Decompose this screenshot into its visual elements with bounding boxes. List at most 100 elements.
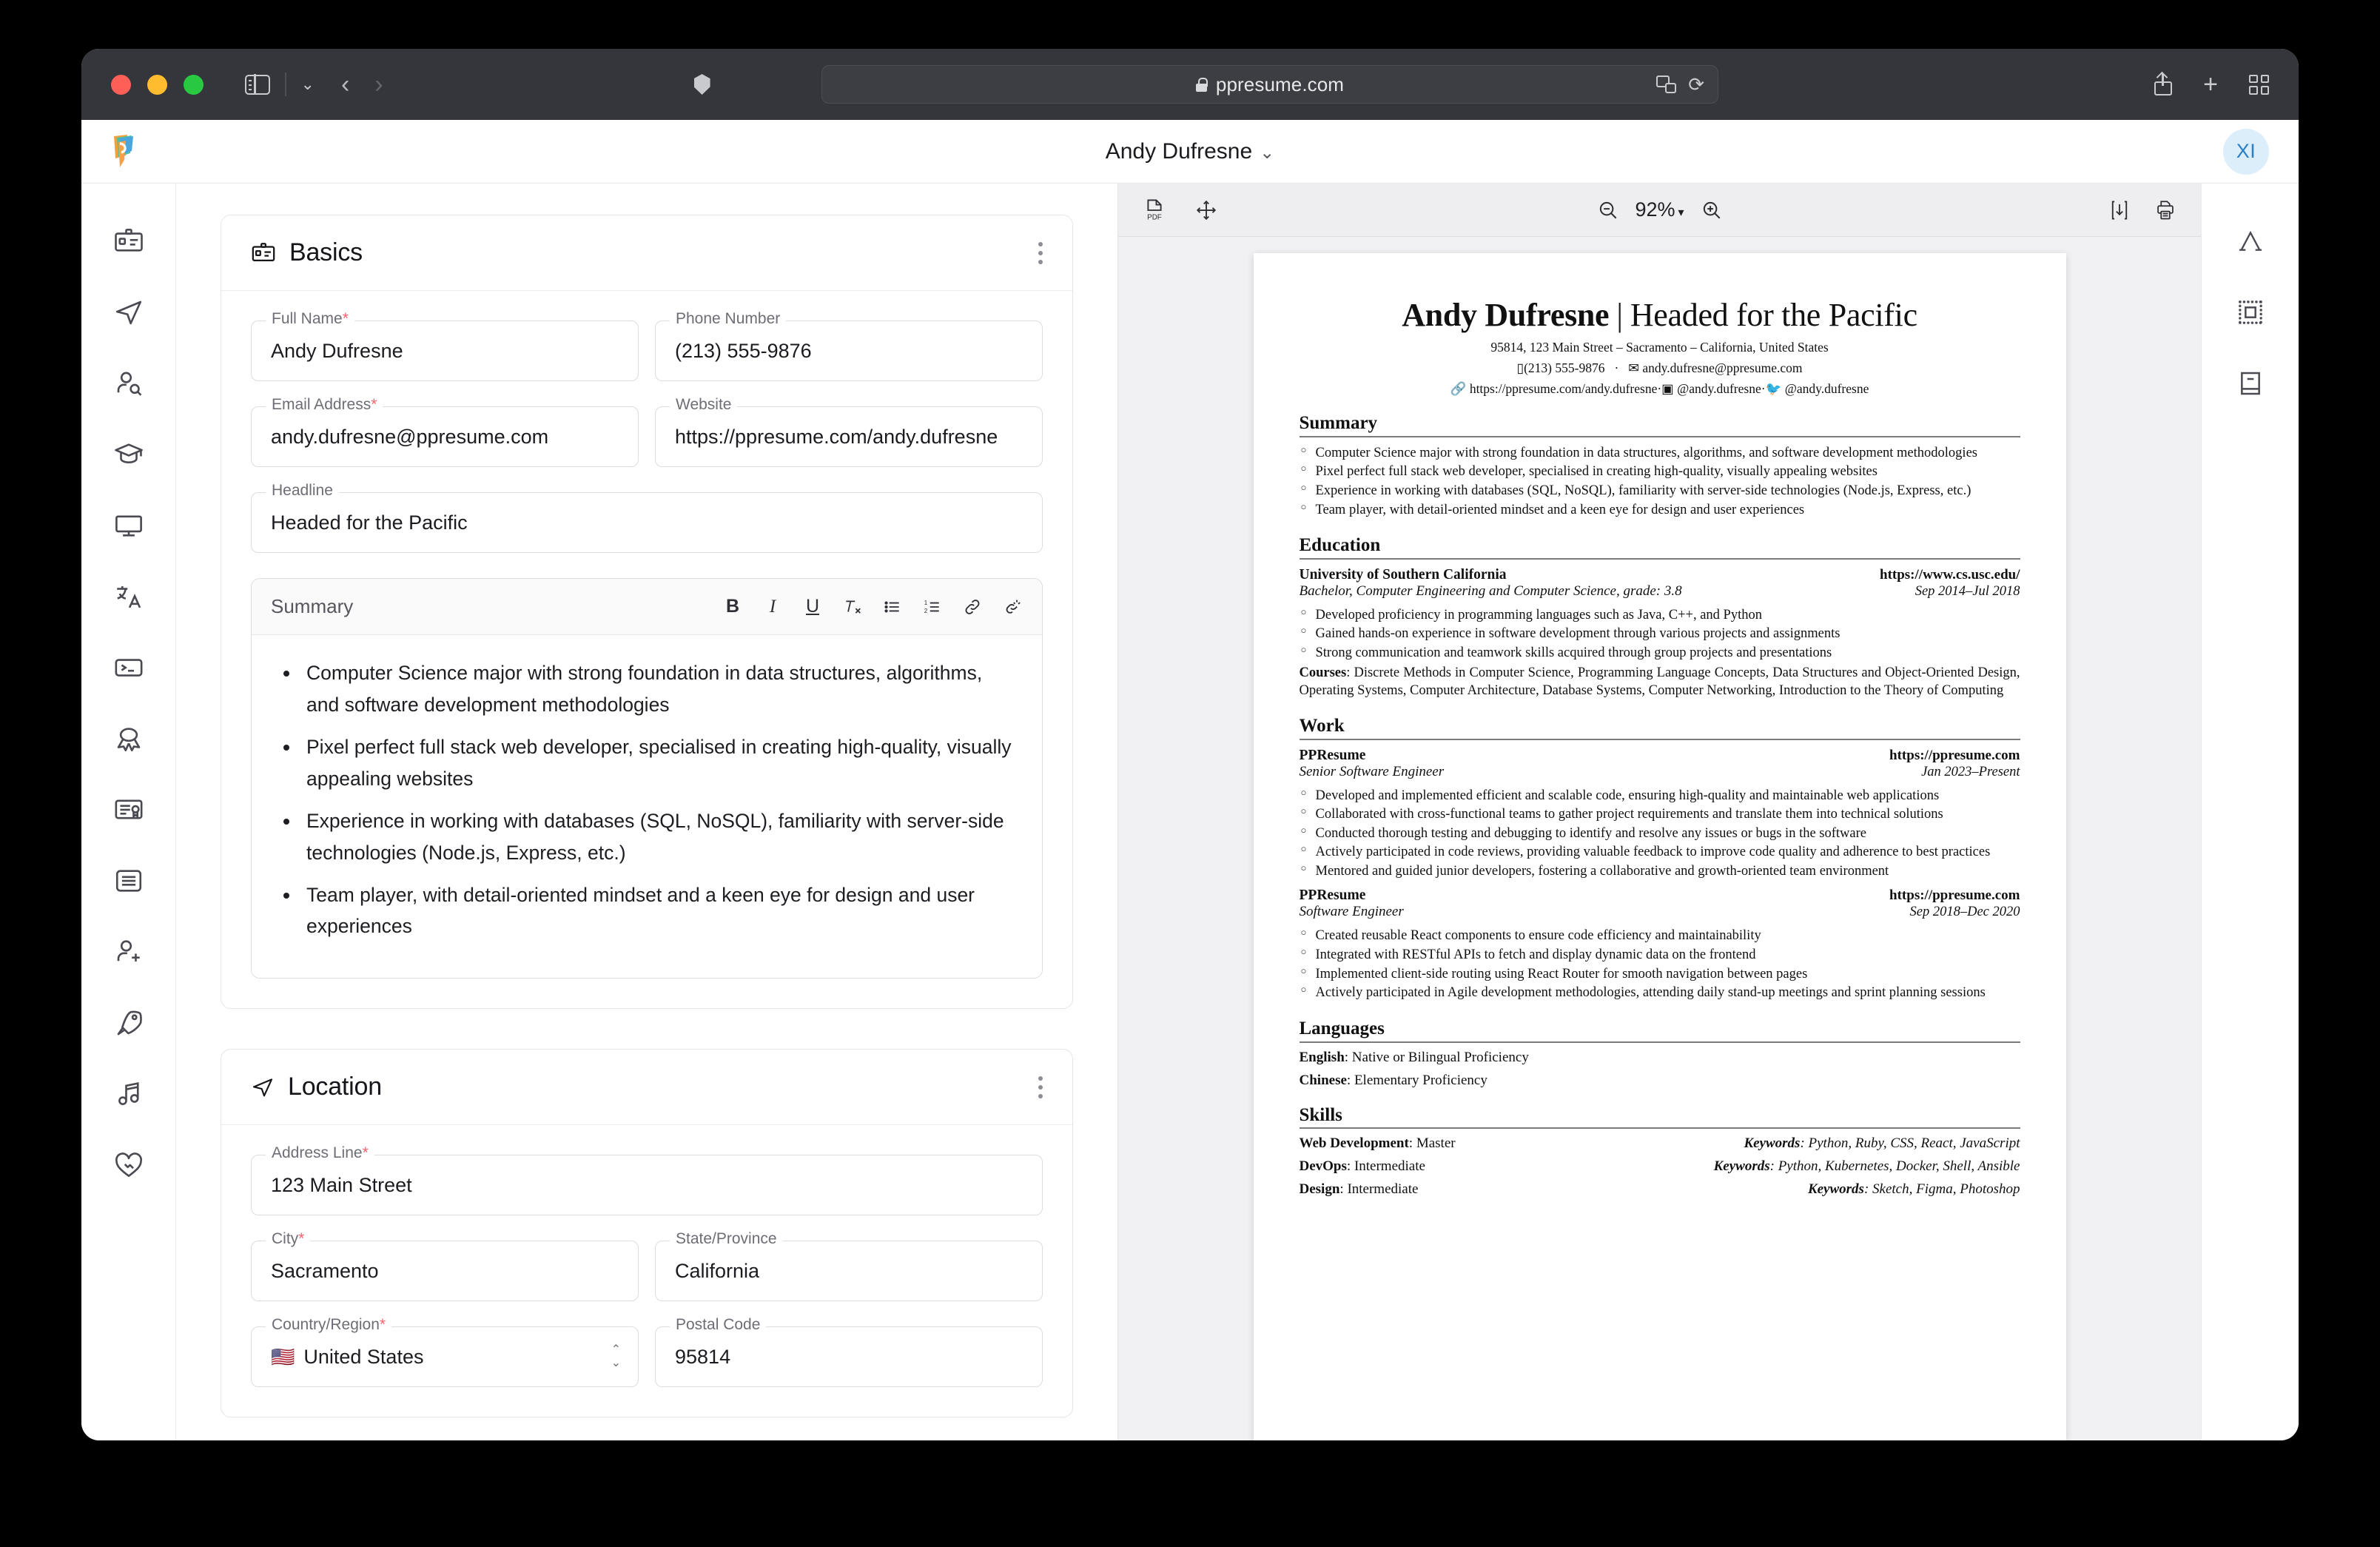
country-region-select[interactable]: 🇺🇸United States ⌃⌄ [251,1326,639,1387]
sidebar-item-languages[interactable] [93,561,164,632]
sidebar-item-volunteer[interactable] [93,1130,164,1201]
sidebar-item-projects[interactable] [93,987,164,1058]
card-basics-menu-button[interactable] [1038,242,1043,264]
article-icon [113,865,144,896]
entry-org-row: University of Southern California https:… [1300,567,2020,583]
address-bar[interactable]: ppresume.com ⟳ [821,65,1718,104]
website-input[interactable]: https://ppresume.com/andy.dufresne [655,406,1043,467]
language-item: Chinese: Elementary Proficiency [1300,1073,2020,1089]
unlink-button[interactable] [1002,597,1023,617]
resume-name-line: Andy Dufresne|Headed for the Pacific [1300,296,2020,334]
panel-typography[interactable] [2215,206,2286,277]
keywords-label: Keywords [1744,1135,1800,1151]
sidebar-item-profiles[interactable] [93,348,164,419]
sidebar-item-awards[interactable] [93,703,164,774]
resume-name: Andy Dufresne [1402,297,1609,333]
share-icon[interactable] [2154,73,2172,95]
field-address-line: Address Line* 123 Main Street [251,1155,1043,1215]
underline-button[interactable]: U [802,597,823,617]
resume-contact-line: ▯(213) 555-9876·✉ andy.dufresne@ppresume… [1300,360,2020,376]
zoom-out-button[interactable] [1596,199,1618,221]
resume-section-skills: Skills Web Development: Master Keywords:… [1300,1105,2020,1198]
panel-template[interactable] [2215,348,2286,419]
phone-number-input[interactable]: (213) 555-9876 [655,321,1043,381]
city-input[interactable]: Sacramento [251,1241,639,1301]
clear-format-button[interactable] [842,597,863,617]
address-line-input[interactable]: 123 Main Street [251,1155,1043,1215]
chevron-down-icon[interactable]: ⌄ [301,76,315,93]
city-value: Sacramento [271,1260,379,1283]
field-country-region: Country/Region* 🇺🇸United States ⌃⌄ [251,1326,639,1387]
skill-left: DevOps: Intermediate [1300,1158,1425,1175]
full-name-input[interactable]: Andy Dufresne [251,321,639,381]
field-phone-number-label: Phone Number [670,311,786,326]
maximize-window-button[interactable] [184,75,204,95]
numbered-list-button[interactable]: 1 2 [922,597,943,617]
work-date: Jan 2023–Present [1921,765,2020,780]
sidebar-item-basics[interactable] [93,206,164,277]
summary-editor-content[interactable]: Computer Science major with strong found… [252,635,1042,978]
skill-right: Keywords: Python, Ruby, CSS, React, Java… [1744,1135,2020,1152]
select-stepper-icon[interactable]: ⌃⌄ [611,1345,621,1369]
plus-icon[interactable]: + [2203,72,2218,97]
sidebar-item-interests[interactable] [93,1058,164,1130]
bold-button[interactable]: B [722,597,743,617]
forward-button[interactable]: › [374,70,383,99]
avatar[interactable]: XI [2223,129,2269,175]
italic-button[interactable]: I [762,597,783,617]
skill-right: Keywords: Python, Kubernetes, Docker, Sh… [1714,1158,2020,1175]
skill-keywords: Python, Ruby, CSS, React, JavaScript [1809,1135,2020,1151]
reload-icon[interactable]: ⟳ [1688,73,1704,96]
page-title-text: Andy Dufresne [1106,139,1252,164]
section-heading: Work [1300,716,2020,740]
link-button[interactable] [962,597,983,617]
privacy-shield-icon[interactable] [694,74,710,95]
sidebar-item-skills[interactable] [93,632,164,703]
headline-input[interactable]: Headed for the Pacific [251,492,1043,553]
pdf-scroll-area[interactable]: Andy Dufresne|Headed for the Pacific 958… [1118,237,2201,1440]
pan-button[interactable] [1195,199,1217,221]
zoom-in-button[interactable] [1701,199,1723,221]
close-window-button[interactable] [111,75,131,95]
bullet-list-button[interactable] [882,597,903,617]
card-location-menu-button[interactable] [1038,1076,1043,1098]
chevron-down-icon[interactable]: ⌄ [1260,143,1274,163]
resume-handle-1: @andy.dufresne [1677,381,1761,396]
resume-address: 95814, 123 Main Street – Sacramento – Ca… [1300,340,2020,355]
skill-name: DevOps [1300,1158,1347,1174]
minimize-window-button[interactable] [147,75,167,95]
certificate-icon [113,794,144,825]
link-icon: 🔗 [1450,381,1467,396]
sidebar-item-certificates[interactable] [93,774,164,845]
window-controls [111,75,204,95]
list-item: Gained hands-on experience in software d… [1300,625,2020,643]
pdf-file-button[interactable]: PDF [1143,198,1166,222]
translate-icon[interactable] [1656,75,1676,93]
list-item: Actively participated in code reviews, p… [1300,843,2020,862]
sidebar-item-work[interactable] [93,490,164,561]
skill-item: Design: Intermediate Keywords: Sketch, F… [1300,1181,2020,1198]
tab-overview-icon[interactable] [2249,75,2269,95]
entry-role-row: Senior Software Engineer Jan 2023–Presen… [1300,764,2020,780]
resume-section-education: Education University of Southern Califor… [1300,535,2020,699]
card-basics-header: Basics [221,215,1072,291]
download-button[interactable] [2109,199,2130,221]
state-province-input[interactable]: California [655,1241,1043,1301]
work-date: Sep 2018–Dec 2020 [1910,905,2020,920]
panel-layout[interactable] [2215,277,2286,348]
postal-code-input[interactable]: 95814 [655,1326,1043,1387]
sidebar-item-education[interactable] [93,419,164,490]
list-item: Developed proficiency in programming lan… [1300,606,2020,625]
zoom-level[interactable]: 92%▾ [1635,198,1684,221]
field-full-name-label: Full Name* [266,311,354,326]
email-address-input[interactable]: andy.dufresne@ppresume.com [251,406,639,467]
print-button[interactable] [2155,199,2176,221]
sidebar-toggle-button[interactable]: ⌄ [245,73,315,96]
section-heading: Summary [1300,413,2020,437]
back-button[interactable]: ‹ [341,70,349,99]
sidebar-item-references[interactable] [93,916,164,987]
sidebar-item-publications[interactable] [93,845,164,916]
page-title[interactable]: Andy Dufresne ⌄ [81,139,2299,164]
sidebar-item-location[interactable] [93,277,164,348]
country-region-value: 🇺🇸United States [271,1346,423,1369]
